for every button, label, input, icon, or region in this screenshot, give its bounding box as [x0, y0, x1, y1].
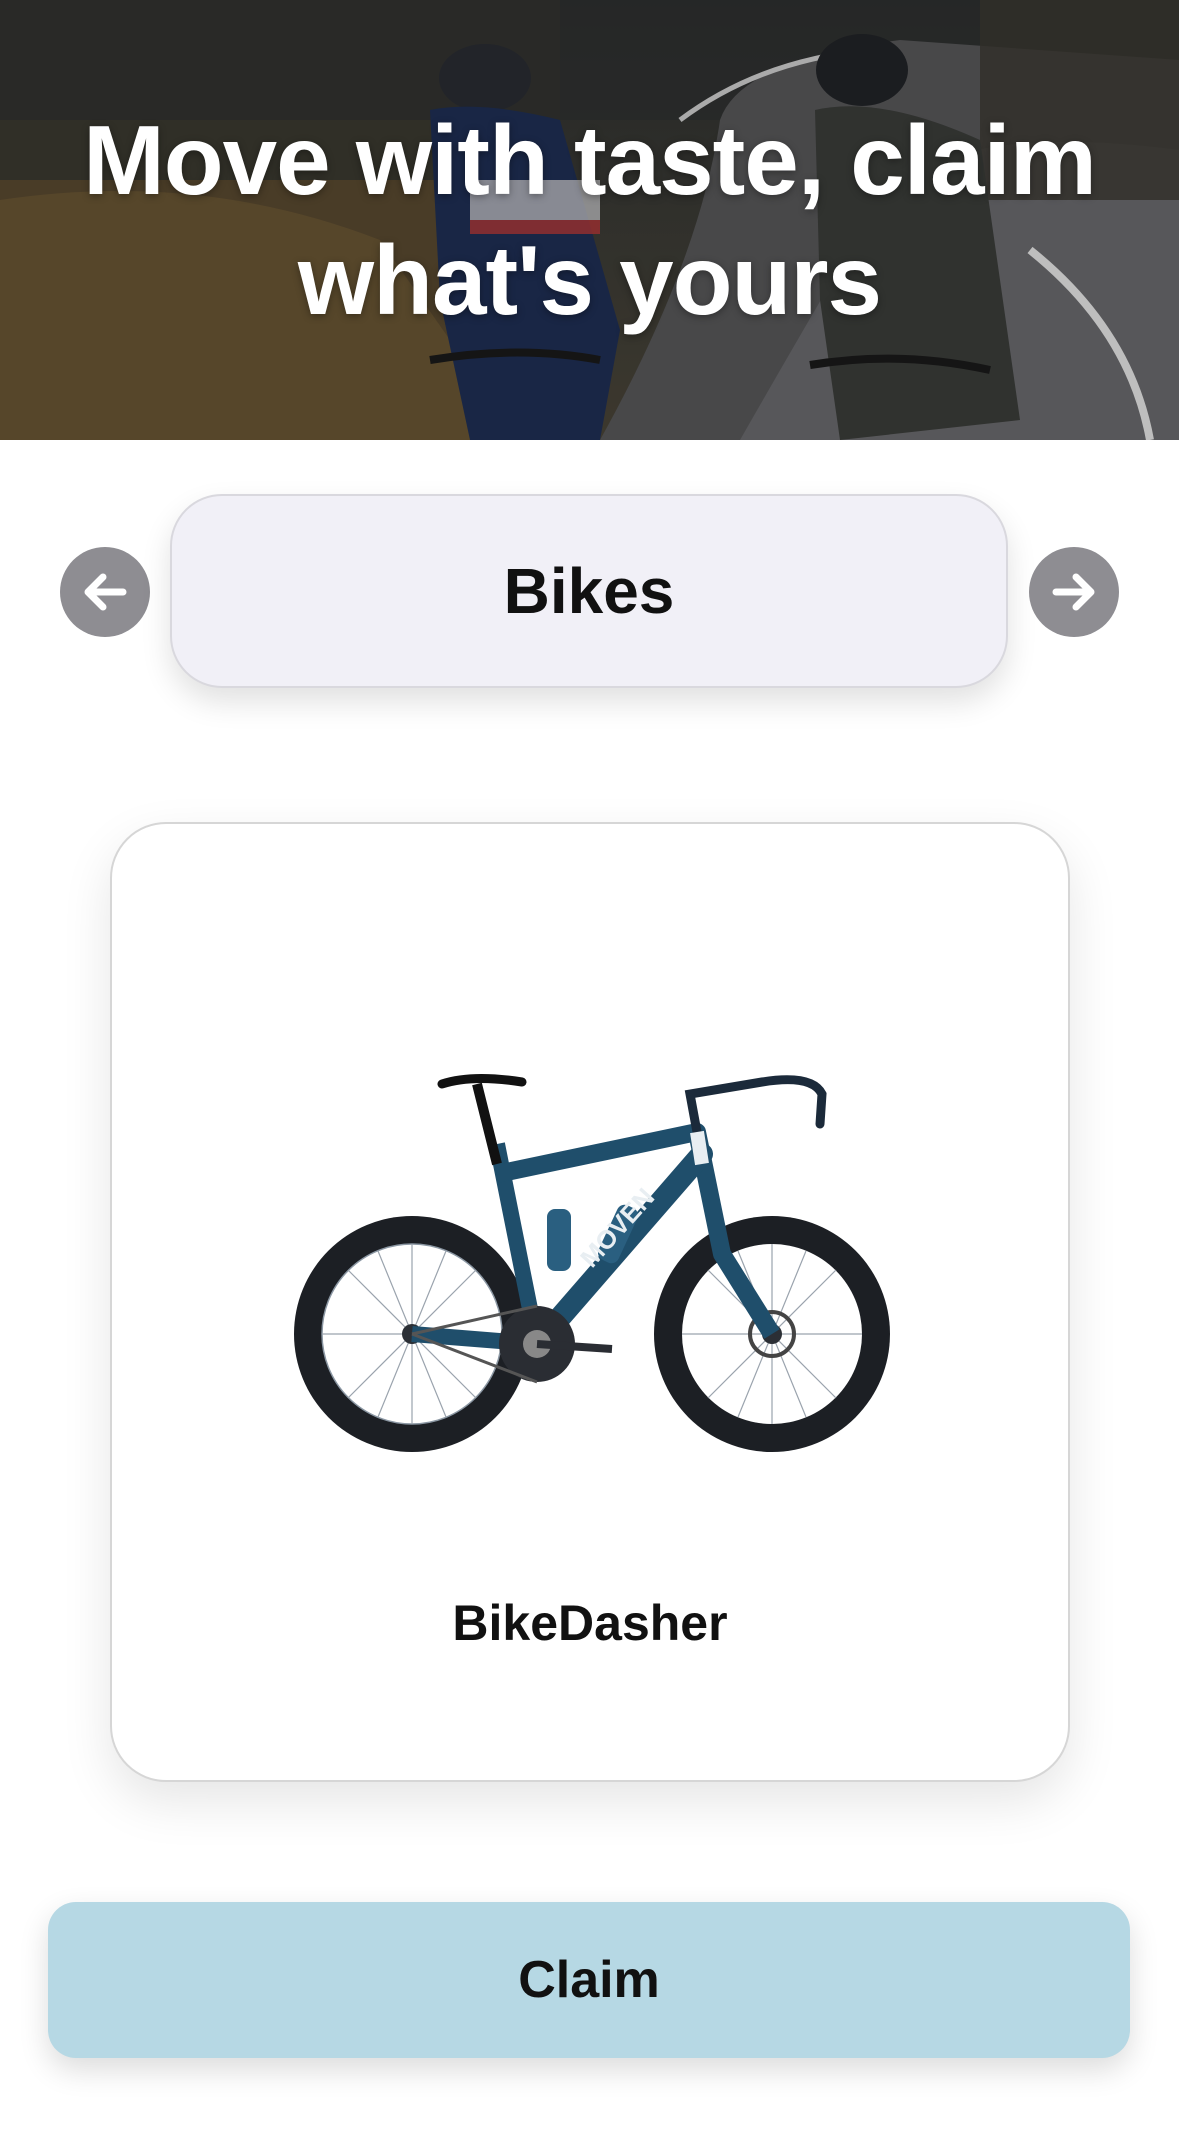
- hero-banner: Move with taste, claim what's yours: [0, 0, 1179, 440]
- next-category-button[interactable]: [1029, 547, 1119, 637]
- previous-category-button[interactable]: [60, 547, 150, 637]
- road-bike-image: MOVEN: [294, 1073, 890, 1452]
- product-card[interactable]: MOVEN BikeDasher: [110, 822, 1070, 1782]
- category-selector[interactable]: Bikes: [170, 494, 1008, 688]
- category-label: Bikes: [503, 555, 675, 627]
- arrow-left-icon: [84, 573, 127, 611]
- hero-title-line-1: Move with taste, claim: [83, 105, 1097, 215]
- claim-button[interactable]: Claim: [48, 1902, 1130, 2058]
- claim-button-label: Claim: [518, 1951, 660, 2009]
- hero-title-line-2: what's yours: [297, 225, 882, 335]
- product-name: BikeDasher: [452, 1595, 728, 1651]
- hero-title: Move with taste, claim what's yours: [0, 100, 1179, 340]
- arrow-right-icon: [1052, 573, 1095, 611]
